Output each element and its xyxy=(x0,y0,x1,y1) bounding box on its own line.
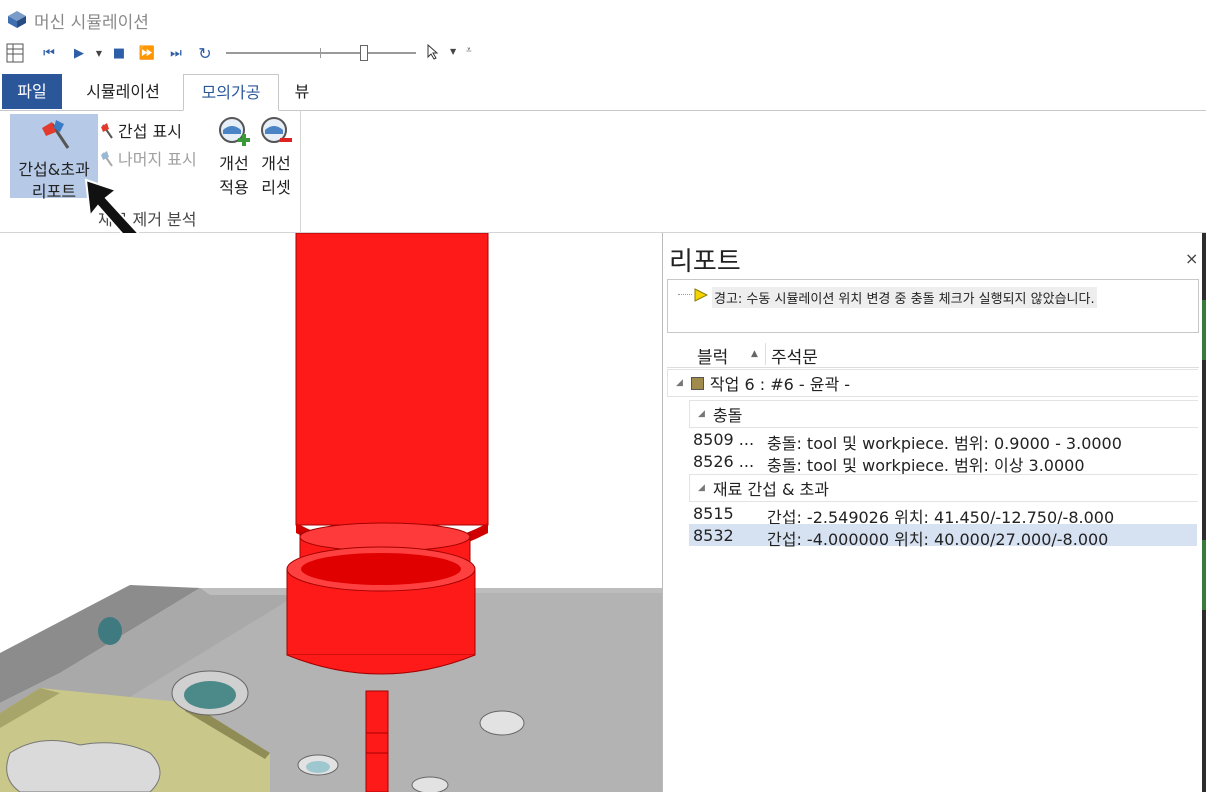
show-interference-button[interactable]: 간섭 표시 xyxy=(100,118,182,142)
window-title: 머신 시뮬레이션 xyxy=(34,13,149,33)
red-flag-icon xyxy=(101,123,113,139)
warning-message: 경고: 수동 시뮬레이션 위치 변경 중 충돌 체크가 실행되지 않았습니다. xyxy=(712,287,1097,308)
title-bar: 머신 시뮬레이션 xyxy=(0,0,1206,38)
magnifier-minus-icon xyxy=(261,117,292,143)
row-comment: 간섭: -4.000000 위치: 40.000/27.000/-8.000 xyxy=(767,530,1109,549)
reset-improvement-button[interactable]: 개선 리셋 xyxy=(256,116,296,198)
ribbon-tabs: 파일 시뮬레이션 모의가공 뷰 xyxy=(0,74,1206,111)
pointer-icon[interactable] xyxy=(426,44,440,60)
collision-group-label: 충돌 xyxy=(712,406,743,425)
show-remaining-button[interactable]: 나머지 표시 xyxy=(100,146,197,170)
warning-triangle-icon xyxy=(694,288,708,302)
table-row[interactable]: 8509 ... 충돌: tool 및 workpiece. 범위: 0.900… xyxy=(689,428,1197,453)
reset-improvement-label-1: 개선 xyxy=(261,154,291,173)
slider-tick xyxy=(320,48,321,58)
playback-slider-track[interactable] xyxy=(226,52,416,54)
collapse-icon[interactable]: ◢ xyxy=(676,378,683,388)
playback-slider-thumb[interactable] xyxy=(360,45,368,61)
background-window-edge xyxy=(1202,540,1206,610)
warning-box: 경고: 수동 시뮬레이션 위치 변경 중 충돌 체크가 실행되지 않았습니다. xyxy=(667,279,1199,333)
dropdown-icon[interactable]: ▼ xyxy=(90,44,108,62)
interference-group-row[interactable]: ◢ 재료 간섭 & 초과 xyxy=(689,474,1198,502)
reset-improvement-label-2: 리셋 xyxy=(261,178,291,197)
more-icon[interactable]: ⩡ xyxy=(466,45,472,56)
apply-improvement-label-2: 적용 xyxy=(219,178,249,197)
apply-improvement-label-1: 개선 xyxy=(219,154,249,173)
column-header-comment[interactable]: 주석문 xyxy=(771,343,818,368)
table-row-selected[interactable]: 8532 간섭: -4.000000 위치: 40.000/27.000/-8.… xyxy=(689,524,1197,549)
column-separator[interactable] xyxy=(765,343,766,365)
gray-flag-icon xyxy=(101,151,113,167)
tab-view[interactable]: 뷰 xyxy=(280,74,324,109)
job-label: 작업 6 : #6 - 윤곽 - xyxy=(709,375,851,394)
playback-toolbar: ⏮ ▶ ▼ ■ ⏩ ⏭ ↻ xyxy=(0,38,1206,70)
column-header-block[interactable]: 블럭 xyxy=(697,343,728,368)
stop-icon[interactable]: ■ xyxy=(110,44,128,62)
skip-start-icon[interactable]: ⏮ xyxy=(40,44,58,62)
row-block: 8515 xyxy=(693,504,734,523)
repeat-icon[interactable]: ↻ xyxy=(196,44,214,63)
grid-header: 블럭 ▲ 주석문 xyxy=(667,341,1199,368)
play-icon[interactable]: ▶ xyxy=(70,44,88,62)
dropdown-icon[interactable]: ▼ xyxy=(450,47,456,56)
machine-scene xyxy=(0,233,662,792)
show-remaining-label: 나머지 표시 xyxy=(118,150,197,169)
3d-viewport[interactable] xyxy=(0,233,662,792)
job-group-row[interactable]: ◢ 작업 6 : #6 - 윤곽 - xyxy=(667,369,1198,397)
table-row[interactable]: 8515 간섭: -2.549026 위치: 41.450/-12.750/-8… xyxy=(689,502,1197,527)
row-comment: 충돌: tool 및 workpiece. 범위: 이상 3.0000 xyxy=(767,456,1085,475)
row-block: 8526 ... xyxy=(693,452,755,471)
spreadsheet-icon[interactable] xyxy=(4,42,26,64)
magnifier-plus-icon xyxy=(219,117,250,146)
collapse-icon[interactable]: ◢ xyxy=(698,483,705,493)
step-forward-icon[interactable]: ⏩ xyxy=(138,44,156,62)
tree-connector xyxy=(678,294,692,295)
report-title: 리포트 xyxy=(669,247,741,277)
sort-asc-icon: ▲ xyxy=(751,349,758,359)
table-row[interactable]: 8526 ... 충돌: tool 및 workpiece. 범위: 이상 3.… xyxy=(689,450,1197,475)
report-panel: 리포트 × 경고: 수동 시뮬레이션 위치 변경 중 충돌 체크가 실행되지 않… xyxy=(662,233,1203,792)
row-block: 8532 xyxy=(693,526,734,545)
app-icon xyxy=(8,11,26,28)
collision-group-row[interactable]: ◢ 충돌 xyxy=(689,400,1198,428)
job-icon xyxy=(690,376,704,390)
tab-mock-machining[interactable]: 모의가공 xyxy=(183,74,279,111)
row-block: 8509 ... xyxy=(693,430,755,449)
apply-improvement-button[interactable]: 개선 적용 xyxy=(214,116,254,198)
tab-simulation[interactable]: 시뮬레이션 xyxy=(64,74,182,109)
close-icon[interactable]: × xyxy=(1185,249,1198,268)
flag-tool-icon xyxy=(42,120,70,149)
show-interference-label: 간섭 표시 xyxy=(118,122,182,141)
skip-end-icon[interactable]: ⏭ xyxy=(167,44,185,62)
tab-file[interactable]: 파일 xyxy=(2,74,62,109)
collapse-icon[interactable]: ◢ xyxy=(698,409,705,419)
background-window-edge xyxy=(1202,300,1206,360)
interference-group-label: 재료 간섭 & 초과 xyxy=(712,480,829,499)
